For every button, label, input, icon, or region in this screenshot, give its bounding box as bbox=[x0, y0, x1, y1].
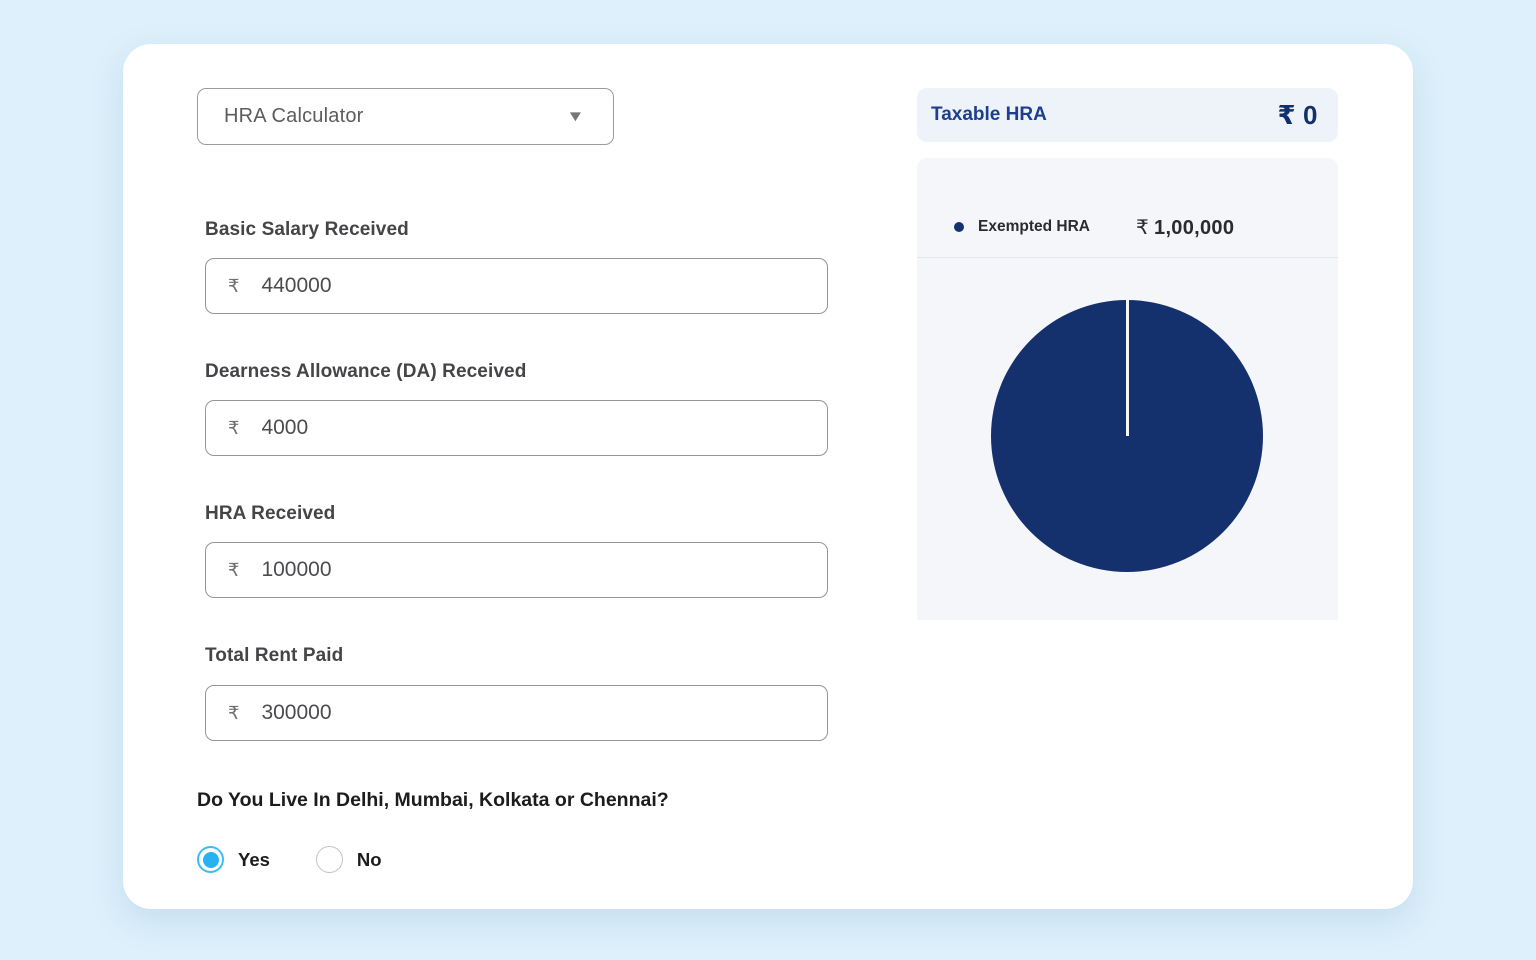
chevron-down-icon: ▼ bbox=[566, 108, 585, 125]
rupee-icon: ₹ bbox=[228, 702, 240, 723]
dearness-allowance-label: Dearness Allowance (DA) Received bbox=[205, 361, 527, 382]
total-rent-paid-input[interactable] bbox=[261, 701, 809, 725]
radio-unselected-icon[interactable] bbox=[315, 846, 343, 873]
legend-dot-icon bbox=[954, 222, 964, 232]
rupee-icon: ₹ bbox=[1136, 216, 1150, 239]
rupee-icon: ₹ bbox=[228, 275, 240, 296]
taxable-hra-value: ₹0 bbox=[1277, 99, 1318, 130]
calculator-type-value: HRA Calculator bbox=[224, 105, 364, 127]
exempted-hra-value: ₹1,00,000 bbox=[1136, 216, 1235, 239]
radio-option-no[interactable]: No bbox=[315, 846, 382, 873]
hra-calculator-card: HRA Calculator ▼ Basic Salary Received ₹… bbox=[123, 44, 1413, 909]
radio-selected-icon[interactable] bbox=[197, 846, 224, 873]
radio-option-yes[interactable]: Yes bbox=[197, 846, 270, 873]
panel-divider bbox=[917, 257, 1338, 258]
chart-legend: Exempted HRA ₹1,00,000 bbox=[917, 212, 1338, 242]
pie-slice-seam bbox=[1125, 300, 1129, 436]
hra-received-input[interactable] bbox=[261, 558, 809, 582]
total-rent-paid-field[interactable]: ₹ bbox=[205, 685, 828, 741]
basic-salary-input[interactable] bbox=[261, 274, 809, 298]
rupee-icon: ₹ bbox=[228, 559, 240, 580]
radio-yes-label: Yes bbox=[238, 848, 270, 870]
total-rent-paid-label: Total Rent Paid bbox=[205, 645, 344, 666]
hra-received-label: HRA Received bbox=[205, 503, 336, 524]
hra-pie-chart bbox=[991, 300, 1263, 572]
basic-salary-field[interactable]: ₹ bbox=[205, 258, 828, 314]
metro-city-radio-group: Yes No bbox=[197, 846, 382, 873]
rupee-icon: ₹ bbox=[228, 417, 240, 438]
radio-no-label: No bbox=[356, 848, 382, 870]
taxable-hra-result-bar: Taxable HRA ₹0 bbox=[917, 88, 1338, 142]
dearness-allowance-field[interactable]: ₹ bbox=[205, 400, 828, 456]
exempted-hra-chart-panel: Exempted HRA ₹1,00,000 bbox=[917, 158, 1338, 620]
calculator-type-dropdown[interactable]: HRA Calculator ▼ bbox=[197, 88, 614, 145]
hra-received-field[interactable]: ₹ bbox=[205, 542, 828, 598]
taxable-hra-label: Taxable HRA bbox=[931, 104, 1047, 125]
rupee-icon: ₹ bbox=[1277, 99, 1297, 130]
metro-city-question: Do You Live In Delhi, Mumbai, Kolkata or… bbox=[197, 789, 669, 811]
basic-salary-label: Basic Salary Received bbox=[205, 219, 409, 240]
dearness-allowance-input[interactable] bbox=[261, 416, 809, 440]
exempted-hra-legend-label: Exempted HRA bbox=[978, 218, 1090, 235]
